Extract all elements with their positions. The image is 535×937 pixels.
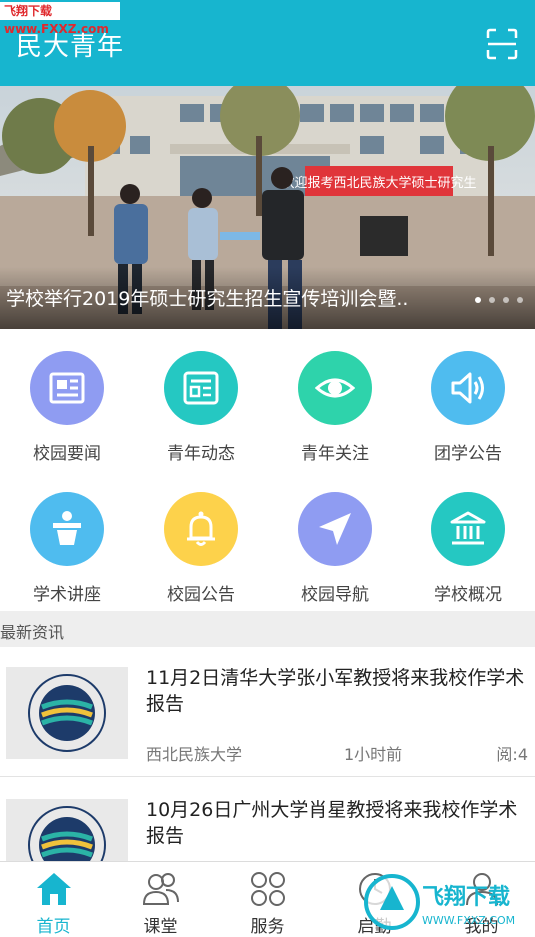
news-thumbnail (6, 667, 128, 759)
news-time: 1小时前 (344, 745, 403, 764)
grid-icon-circle (298, 492, 372, 566)
banner-carousel[interactable]: 欢迎报考西北民族大学硕士研究生 学校举行2019年硕士研究生招生宣传培训会暨.. (0, 86, 535, 329)
carousel-dot[interactable] (503, 297, 509, 303)
carousel-dot[interactable] (475, 297, 481, 303)
news-read-count: 阅:4 (496, 745, 528, 764)
scan-icon (486, 28, 518, 60)
scan-button[interactable] (486, 28, 518, 60)
grid-icon-circle (30, 492, 104, 566)
grid-label: 校园公告 (167, 585, 235, 605)
eye-icon (315, 378, 355, 398)
grid-item-campus-navigation[interactable]: 校园导航 (268, 470, 402, 610)
grid-label: 团学公告 (434, 444, 502, 464)
speaker-icon (451, 372, 484, 404)
grid-icon-circle (164, 351, 238, 425)
tab-services[interactable]: 服务 (214, 862, 321, 937)
news-list: 11月2日清华大学张小军教授将来我校作学术报告 西北民族大学 1小时前 阅:4 … (0, 647, 535, 861)
tab-label: 课堂 (143, 917, 178, 937)
watermark-bottom-url: WWW.FXXZ.COM (422, 914, 515, 927)
section-header: 最新资讯 (0, 611, 535, 647)
lecture-icon (53, 511, 81, 545)
grid-item-academic-lecture[interactable]: 学术讲座 (0, 470, 134, 610)
carousel-dot[interactable] (517, 297, 523, 303)
banner-caption-bar: 学校举行2019年硕士研究生招生宣传培训会暨.. (0, 267, 535, 329)
grid-icon-circle (30, 351, 104, 425)
tab-classroom[interactable]: 课堂 (107, 862, 214, 937)
building-icon (450, 511, 486, 545)
tab-label: 首页 (36, 917, 71, 937)
app-title: 民大青年 (16, 32, 125, 62)
tab-label: 服务 (250, 917, 285, 937)
grid-icon (251, 872, 285, 906)
watermark-logo-icon: 飞翔下载 WWW.FXXZ.COM (364, 874, 515, 930)
university-logo-icon (28, 806, 106, 861)
grid-item-youth-dynamics[interactable]: 青年动态 (134, 329, 268, 469)
watermark-top: 飞翔下载 www.FXXZ.com (0, 2, 120, 36)
news-item[interactable]: 10月26日广州大学肖星教授将来我校作学术报告 (0, 779, 535, 861)
grid-item-youth-focus[interactable]: 青年关注 (268, 329, 402, 469)
news-thumbnail (6, 799, 128, 861)
news-item[interactable]: 11月2日清华大学张小军教授将来我校作学术报告 西北民族大学 1小时前 阅:4 (0, 647, 535, 777)
grid-icon-circle (164, 492, 238, 566)
grid-icon-circle (431, 351, 505, 425)
app-header: 飞翔下载 www.FXXZ.com 民大青年 (0, 0, 535, 86)
grid-label: 学术讲座 (33, 585, 101, 605)
carousel-dots (475, 297, 523, 303)
news-icon (49, 372, 85, 404)
news-title: 11月2日清华大学张小军教授将来我校作学术报告 (146, 667, 525, 715)
grid-icon-circle (298, 351, 372, 425)
grid-icon-circle (431, 492, 505, 566)
carousel-dot[interactable] (489, 297, 495, 303)
grid-item-league-notice[interactable]: 团学公告 (401, 329, 535, 469)
banner-sign-text: 欢迎报考西北民族大学硕士研究生 (281, 175, 476, 191)
users-icon (142, 873, 179, 905)
feature-grid: 校园要闻 青年动态 青年关注 团学公告 学术讲座 校园公告 校园导航 学校概况 (0, 329, 535, 611)
grid-item-campus-news[interactable]: 校园要闻 (0, 329, 134, 469)
navigation-icon (319, 513, 351, 545)
grid-label: 校园导航 (301, 585, 369, 605)
dynamics-icon (183, 371, 219, 405)
section-title: 最新资讯 (0, 623, 65, 642)
grid-label: 学校概况 (434, 585, 502, 605)
home-icon (37, 873, 71, 905)
watermark-bottom-cn: 飞翔下载 (422, 884, 510, 910)
news-source: 西北民族大学 (146, 745, 243, 764)
grid-label: 青年动态 (167, 444, 235, 464)
news-title: 10月26日广州大学肖星教授将来我校作学术报告 (146, 799, 518, 847)
tab-home[interactable]: 首页 (0, 862, 107, 937)
university-logo-icon (28, 674, 106, 752)
grid-label: 校园要闻 (33, 444, 101, 464)
grid-label: 青年关注 (301, 444, 369, 464)
grid-item-school-overview[interactable]: 学校概况 (401, 470, 535, 610)
watermark-bottom: 飞翔下载 WWW.FXXZ.COM (360, 870, 530, 934)
banner-caption: 学校举行2019年硕士研究生招生宣传培训会暨.. (6, 288, 409, 310)
grid-item-campus-notice[interactable]: 校园公告 (134, 470, 268, 610)
bell-icon (187, 511, 215, 546)
